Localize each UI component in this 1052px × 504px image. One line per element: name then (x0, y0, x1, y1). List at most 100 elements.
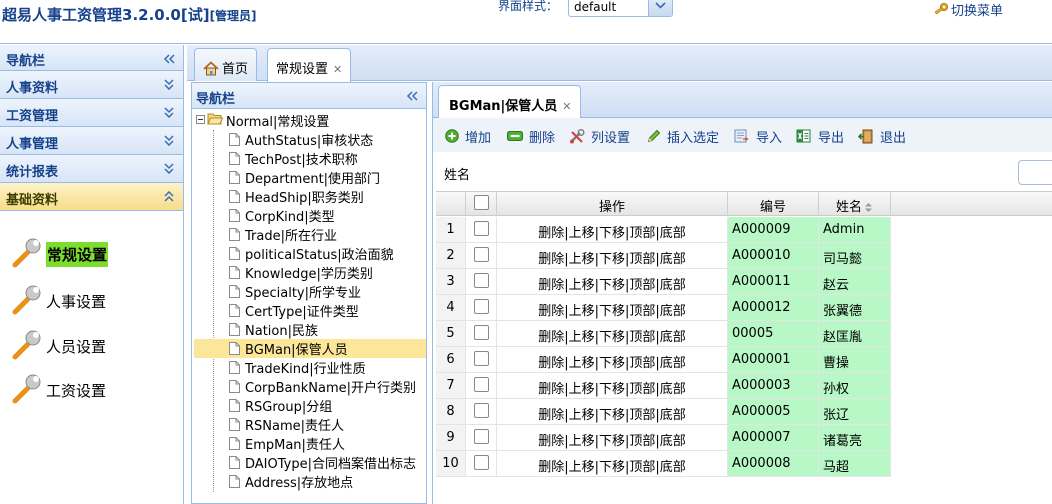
name-cell[interactable]: Admin (819, 217, 891, 243)
sort-icon[interactable] (864, 202, 873, 217)
tab-home[interactable]: 首页 (194, 48, 258, 81)
row-operation-links[interactable]: 删除|上移|下移|顶部|底部 (538, 408, 686, 423)
theme-select[interactable]: default (568, 0, 673, 17)
table-row[interactable]: 9 删除|上移|下移|顶部|底部 A000007 诸葛亮 (436, 425, 1052, 451)
row-select-cell[interactable] (466, 347, 497, 373)
tree-item[interactable]: TechPost|技术职称 (194, 149, 426, 168)
tree-item[interactable]: Trade|所在行业 (194, 225, 426, 244)
row-operation-links[interactable]: 删除|上移|下移|顶部|底部 (538, 382, 686, 397)
nav-section-salary-management[interactable]: 工资管理 (0, 99, 183, 127)
tree-item[interactable]: CorpBankName|开户行类别 (194, 377, 426, 396)
table-row[interactable]: 4 删除|上移|下移|顶部|底部 A000012 张翼德 (436, 295, 1052, 321)
row-operations[interactable]: 删除|上移|下移|顶部|底部 (497, 321, 728, 347)
tree-item[interactable]: Nation|民族 (194, 320, 426, 339)
collapse-left-icon[interactable] (163, 53, 175, 68)
table-row[interactable]: 5 删除|上移|下移|顶部|底部 00005 赵匡胤 (436, 321, 1052, 347)
export-button[interactable]: 导出 (796, 127, 844, 146)
row-select-cell[interactable] (466, 373, 497, 399)
nav-section-basic-data[interactable]: 基础资料 (0, 183, 183, 211)
switch-menu-button[interactable]: 切换菜单 (934, 0, 1003, 21)
feature-salary-settings[interactable]: 工资设置 (12, 373, 106, 407)
code-cell[interactable]: A000007 (728, 425, 819, 451)
row-operation-links[interactable]: 删除|上移|下移|顶部|底部 (538, 330, 686, 345)
code-cell[interactable]: A000010 (728, 243, 819, 269)
row-operations[interactable]: 删除|上移|下移|顶部|底部 (497, 243, 728, 269)
row-operations[interactable]: 删除|上移|下移|顶部|底部 (497, 217, 728, 243)
collapse-left-icon[interactable] (406, 90, 418, 105)
row-operation-links[interactable]: 删除|上移|下移|顶部|底部 (538, 356, 686, 371)
select-all-checkbox[interactable] (473, 195, 489, 210)
exit-button[interactable]: 退出 (858, 127, 906, 146)
row-select-cell[interactable] (466, 425, 497, 451)
header-code[interactable]: 编号 (728, 192, 819, 216)
row-operation-links[interactable]: 删除|上移|下移|顶部|底部 (538, 252, 686, 267)
nav-section-statistics[interactable]: 统计报表 (0, 155, 183, 183)
row-select-cell[interactable] (466, 217, 497, 243)
add-button[interactable]: 增加 (445, 127, 491, 146)
code-cell[interactable]: A000008 (728, 451, 819, 477)
tree-root-node[interactable]: Normal|常规设置 (196, 111, 329, 130)
name-cell[interactable]: 赵云 (819, 269, 891, 295)
row-select-cell[interactable] (466, 269, 497, 295)
row-checkbox[interactable] (473, 221, 489, 236)
tree-item[interactable]: CertType|证件类型 (194, 301, 426, 320)
row-select-cell[interactable] (466, 399, 497, 425)
row-checkbox[interactable] (473, 273, 489, 288)
tree-item[interactable]: AuthStatus|审核状态 (194, 130, 426, 149)
table-row[interactable]: 1 删除|上移|下移|顶部|底部 A000009 Admin (436, 217, 1052, 243)
delete-button[interactable]: 删除 (507, 127, 555, 146)
table-row[interactable]: 8 删除|上移|下移|顶部|底部 A000005 张辽 (436, 399, 1052, 425)
tree-item[interactable]: politicalStatus|政治面貌 (194, 244, 426, 263)
row-checkbox[interactable] (473, 351, 489, 366)
tree-item[interactable]: Address|存放地点 (194, 472, 426, 491)
tree-item[interactable]: RSGroup|分组 (194, 396, 426, 415)
tree-item[interactable]: EmpMan|责任人 (194, 434, 426, 453)
tree-item[interactable]: Knowledge|学历类别 (194, 263, 426, 282)
name-filter-input[interactable] (1018, 160, 1052, 185)
row-operations[interactable]: 删除|上移|下移|顶部|底部 (497, 399, 728, 425)
insert-selected-button[interactable]: 插入选定 (647, 127, 719, 146)
column-settings-button[interactable]: 列设置 (569, 127, 630, 146)
code-cell[interactable]: 00005 (728, 321, 819, 347)
name-cell[interactable]: 诸葛亮 (819, 425, 891, 451)
row-checkbox[interactable] (473, 455, 489, 470)
feature-staff-settings[interactable]: 人员设置 (12, 329, 106, 363)
import-button[interactable]: 导入 (734, 127, 782, 146)
row-checkbox[interactable] (473, 325, 489, 340)
row-checkbox[interactable] (473, 377, 489, 392)
table-row[interactable]: 10 删除|上移|下移|顶部|底部 A000008 马超 (436, 451, 1052, 477)
name-cell[interactable]: 马超 (819, 451, 891, 477)
header-select-all[interactable] (466, 192, 497, 216)
tree-item[interactable]: Specialty|所学专业 (194, 282, 426, 301)
code-cell[interactable]: A000005 (728, 399, 819, 425)
code-cell[interactable]: A000012 (728, 295, 819, 321)
name-cell[interactable]: 张辽 (819, 399, 891, 425)
row-operations[interactable]: 删除|上移|下移|顶部|底部 (497, 347, 728, 373)
row-select-cell[interactable] (466, 451, 497, 477)
row-operations[interactable]: 删除|上移|下移|顶部|底部 (497, 373, 728, 399)
feature-hr-settings[interactable]: 人事设置 (12, 284, 106, 318)
header-name[interactable]: 姓名 (819, 192, 891, 216)
nav-section-personnel-data[interactable]: 人事资料 (0, 71, 183, 99)
code-cell[interactable]: A000011 (728, 269, 819, 295)
row-operations[interactable]: 删除|上移|下移|顶部|底部 (497, 451, 728, 477)
table-row[interactable]: 3 删除|上移|下移|顶部|底部 A000011 赵云 (436, 269, 1052, 295)
row-operation-links[interactable]: 删除|上移|下移|顶部|底部 (538, 226, 686, 241)
collapse-toggle-icon[interactable] (196, 113, 205, 128)
row-checkbox[interactable] (473, 247, 489, 262)
code-cell[interactable]: A000009 (728, 217, 819, 243)
code-cell[interactable]: A000001 (728, 347, 819, 373)
name-cell[interactable]: 赵匡胤 (819, 321, 891, 347)
tree-item[interactable]: HeadShip|职务类别 (194, 187, 426, 206)
table-row[interactable]: 2 删除|上移|下移|顶部|底部 A000010 司马懿 (436, 243, 1052, 269)
tree-item[interactable]: CorpKind|类型 (194, 206, 426, 225)
row-checkbox[interactable] (473, 403, 489, 418)
row-operations[interactable]: 删除|上移|下移|顶部|底部 (497, 269, 728, 295)
nav-section-personnel-management[interactable]: 人事管理 (0, 127, 183, 155)
row-select-cell[interactable] (466, 295, 497, 321)
row-operations[interactable]: 删除|上移|下移|顶部|底部 (497, 425, 728, 451)
name-cell[interactable]: 张翼德 (819, 295, 891, 321)
tree-item[interactable]: DAIOType|合同档案借出标志 (194, 453, 426, 472)
name-cell[interactable]: 曹操 (819, 347, 891, 373)
name-cell[interactable]: 司马懿 (819, 243, 891, 269)
